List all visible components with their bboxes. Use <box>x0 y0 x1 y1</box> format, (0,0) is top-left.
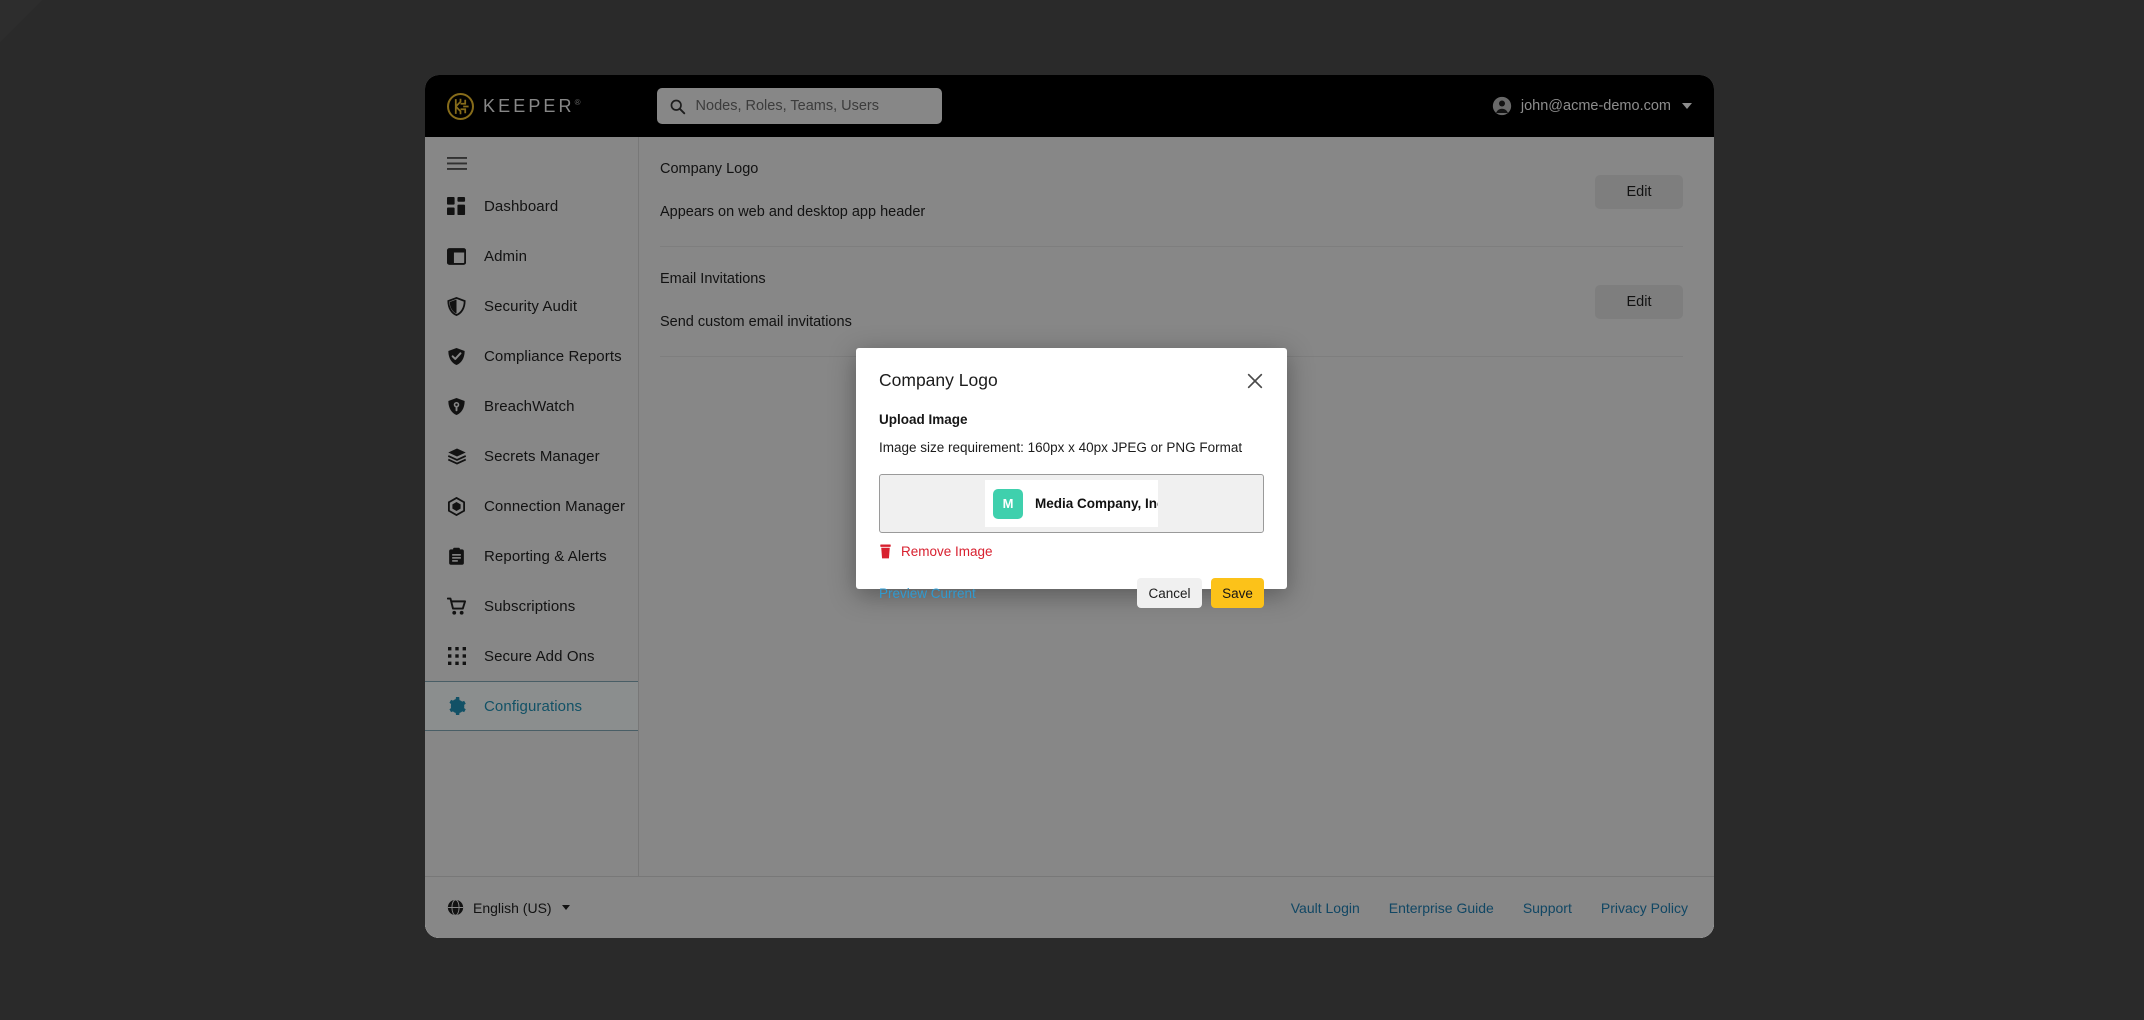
remove-image-label: Remove Image <box>901 544 993 559</box>
close-icon[interactable] <box>1246 372 1264 390</box>
preview-current-link[interactable]: Preview Current <box>879 586 976 601</box>
dialog-title: Company Logo <box>879 370 998 390</box>
logo-preview-box[interactable]: M Media Company, Inc <box>879 474 1264 533</box>
image-requirement-text: Image size requirement: 160px x 40px JPE… <box>879 440 1243 455</box>
screen: KEEPER® john@acme-demo.com <box>0 0 2144 1020</box>
uploaded-logo-image: M Media Company, Inc <box>985 480 1158 527</box>
logo-company-name: Media Company, Inc <box>1035 496 1158 511</box>
trash-icon <box>880 544 891 559</box>
dialog-actions: Cancel Save <box>1137 578 1264 608</box>
cancel-button[interactable]: Cancel <box>1137 578 1202 608</box>
dialog-header: Company Logo <box>879 370 1264 391</box>
upload-image-label: Upload Image <box>879 412 968 427</box>
logo-initial-badge: M <box>993 488 1023 519</box>
dialog-footer: Preview Current Cancel Save <box>879 578 1264 608</box>
remove-image-button[interactable]: Remove Image <box>879 544 1264 559</box>
save-button[interactable]: Save <box>1211 578 1264 608</box>
company-logo-dialog: Company Logo Upload Image Image size req… <box>856 348 1287 608</box>
